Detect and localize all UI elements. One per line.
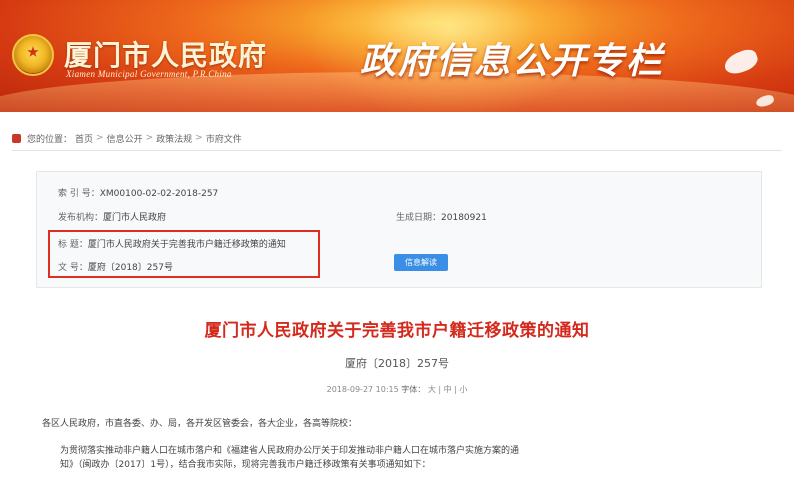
font-size-medium[interactable]: 中 <box>444 385 452 394</box>
publisher-label: 发布机构： <box>58 213 104 223</box>
breadcrumb-item-documents[interactable]: 市府文件 <box>206 132 242 145</box>
font-size-small[interactable]: 小 <box>459 385 467 394</box>
column-title: 政府信息公开专栏 <box>360 40 665 82</box>
publish-time: 2018-09-27 10:15 <box>326 385 399 394</box>
font-size-label: 字体： <box>401 385 426 394</box>
breadcrumb: 您的位置： 首页 > 信息公开 > 政策法规 > 市府文件 <box>12 131 242 145</box>
document-meta: 2018-09-27 10:15 字体： 大 | 中 | 小 <box>326 385 468 394</box>
date-label: 生成日期： <box>396 213 442 223</box>
breadcrumb-separator: > <box>195 133 203 143</box>
breadcrumb-item-info[interactable]: 信息公开 <box>107 132 143 145</box>
date-row: 生成日期：20180921 <box>396 210 487 223</box>
highlight-box <box>48 230 320 278</box>
dove-icon <box>721 46 761 78</box>
location-icon <box>12 133 21 143</box>
site-name[interactable]: 厦门市人民政府 <box>64 34 267 74</box>
publisher-value: 厦门市人民政府 <box>103 213 167 223</box>
breadcrumb-item-policy[interactable]: 政策法规 <box>156 132 192 145</box>
font-size-large[interactable]: 大 <box>428 385 436 394</box>
publisher-row: 发布机构：厦门市人民政府 <box>58 210 166 223</box>
breadcrumb-item-home[interactable]: 首页 <box>75 132 93 145</box>
interpretation-button[interactable]: 信息解读 <box>394 254 448 271</box>
breadcrumb-separator: > <box>145 133 154 143</box>
body-paragraph-2: 为贯彻落实推动非户籍人口在城市落户和《福建省人民政府办公厅关于印发推动非户籍人口… <box>60 446 520 456</box>
document-title: 厦门市人民政府关于完善我市户籍迁移政策的通知 <box>204 321 590 341</box>
breadcrumb-label: 您的位置： <box>27 134 73 145</box>
header-banner: 厦门市人民政府 Xiamen Municipal Government, P.R… <box>0 0 794 112</box>
breadcrumb-separator: > <box>96 133 104 143</box>
national-emblem-icon <box>12 34 54 76</box>
body-paragraph-1: 各区人民政府，市直各委、办、局，各开发区管委会，各大企业，各高等院校： <box>42 419 358 429</box>
index-number-label: 索 引 号： <box>58 189 100 199</box>
index-number-value: XM00100-02-02-2018-257 <box>99 189 219 199</box>
index-number-row: 索 引 号：XM00100-02-02-2018-257 <box>58 186 218 199</box>
body-paragraph-3: 知》（闽政办〔2017〕1号），结合我市实际，现将完善我市户籍迁移政策有关事项通… <box>60 460 431 470</box>
breadcrumb-divider <box>12 150 782 151</box>
date-value: 20180921 <box>441 213 487 223</box>
site-english-name: Xiamen Municipal Government, P.R.China <box>66 69 232 79</box>
document-number: 厦府〔2018〕257号 <box>345 357 449 370</box>
